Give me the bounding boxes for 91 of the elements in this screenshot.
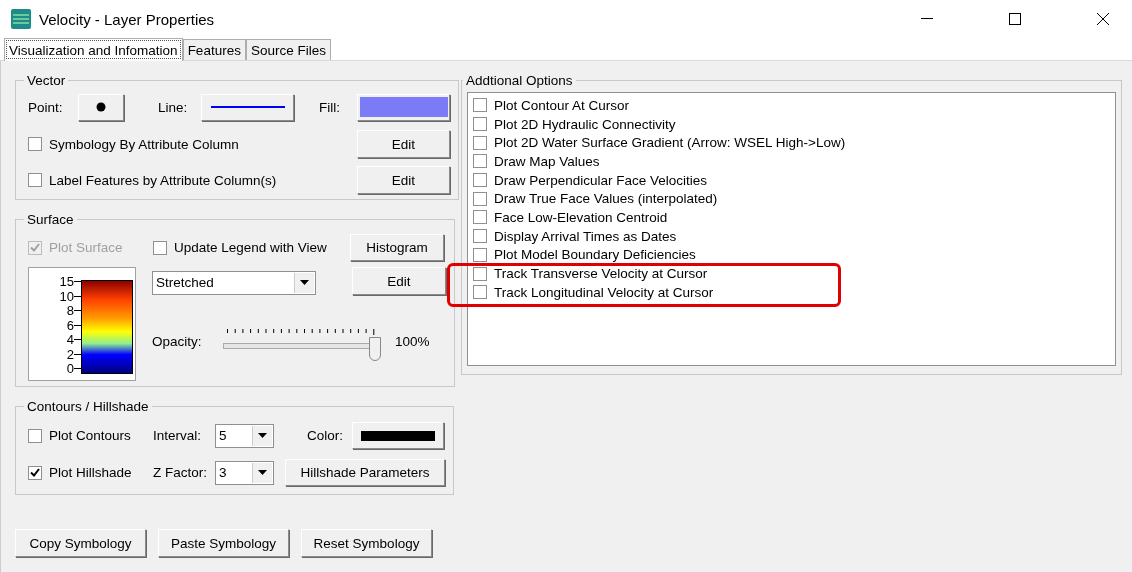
checkbox-box[interactable] — [473, 285, 487, 300]
tab[interactable]: Visualization and Infomation — [4, 38, 183, 61]
legend-value: 10 — [59, 290, 74, 302]
legend-value: 6 — [66, 319, 74, 331]
dropdown-value: Stretched — [156, 275, 214, 290]
checkbox-box[interactable] — [28, 428, 42, 443]
dot-icon — [96, 102, 106, 112]
dropdown-value: 3 — [219, 465, 227, 480]
caret-icon — [258, 433, 267, 438]
field-label: Opacity: — [152, 333, 203, 349]
checkbox[interactable]: Plot Contours — [28, 428, 153, 443]
tab[interactable]: Features — [182, 39, 246, 60]
tick-mark — [74, 310, 81, 311]
tick-mark — [74, 368, 81, 369]
maximize-icon — [1009, 13, 1021, 25]
symbology-button[interactable]: Copy Symbology — [15, 529, 146, 557]
checkbox[interactable]: Update Legend with View — [153, 240, 350, 255]
app-icon — [11, 9, 31, 29]
tab[interactable]: Source Files — [245, 39, 331, 60]
checkbox-label: Draw Map Values — [494, 153, 600, 169]
color-swatch-icon — [361, 430, 435, 441]
dropdown-button[interactable] — [294, 272, 314, 293]
hillshade-parameters-button[interactable]: Hillshade Parameters — [285, 459, 445, 486]
group-title: Vector — [26, 73, 67, 88]
symbology-button[interactable]: Reset Symbology — [301, 529, 432, 557]
tick-mark — [74, 295, 81, 297]
field-label: Line: — [158, 99, 189, 115]
checkbox-box[interactable] — [473, 210, 487, 225]
check-icon — [30, 468, 40, 477]
edit-button[interactable]: Edit — [352, 267, 446, 295]
fill-swatch-icon — [359, 97, 448, 117]
field-label: Color: — [307, 428, 344, 443]
checkbox-box[interactable] — [473, 247, 487, 262]
legend-value: 4 — [66, 334, 74, 345]
opacity-slider[interactable] — [223, 337, 381, 361]
legend-value: 8 — [66, 305, 74, 316]
fill-symbol-button[interactable] — [357, 93, 450, 121]
tick-mark — [74, 324, 81, 326]
interval-dropdown[interactable]: 5 — [215, 423, 274, 448]
minimize-icon — [921, 18, 933, 20]
checkbox-box[interactable] — [473, 154, 487, 169]
group-title: Addtional Options — [465, 73, 574, 88]
dropdown-button[interactable] — [252, 462, 272, 483]
line-icon — [210, 105, 285, 109]
group-title: Contours / Hillshade — [26, 399, 150, 414]
checkbox-box[interactable] — [473, 173, 487, 188]
legend-value: 15 — [59, 276, 74, 287]
checkbox-label: Update Legend with View — [174, 240, 327, 255]
tick-mark — [74, 353, 81, 355]
checkbox-box[interactable] — [473, 117, 487, 132]
z-factor-dropdown[interactable]: 3 — [215, 460, 274, 485]
checkbox-label: Plot Surface — [49, 240, 123, 255]
field-label: Z Factor: — [153, 465, 208, 480]
tick-mark — [74, 339, 81, 340]
check-icon — [30, 243, 40, 252]
checkbox-box[interactable] — [153, 240, 167, 255]
field-label: Fill: — [319, 99, 341, 115]
symbology-button[interactable]: Paste Symbology — [158, 529, 289, 557]
caret-icon — [258, 470, 267, 475]
legend-value: 0 — [66, 363, 74, 374]
slider-thumb[interactable] — [369, 337, 381, 361]
dropdown-button[interactable] — [252, 425, 272, 446]
checkbox-box[interactable] — [473, 191, 487, 206]
checkbox-label: Plot Contours — [49, 428, 131, 443]
field-label: Interval: — [153, 428, 203, 443]
stretch-dropdown[interactable]: Stretched — [152, 270, 316, 295]
histogram-button[interactable]: Histogram — [350, 234, 444, 261]
checkbox-box[interactable] — [473, 229, 487, 244]
edit-button[interactable]: Edit — [357, 130, 450, 158]
line-symbol-button[interactable] — [201, 93, 294, 121]
checkbox-box[interactable] — [473, 135, 487, 150]
opacity-value: 100% — [395, 333, 430, 349]
checkbox-box[interactable] — [28, 465, 42, 480]
close-icon — [1097, 13, 1109, 25]
dropdown-value: 5 — [219, 428, 227, 443]
checkbox-box[interactable] — [473, 266, 487, 281]
point-symbol-button[interactable] — [78, 93, 124, 121]
checkbox[interactable]: Plot Hillshade — [28, 465, 153, 480]
window-title: Velocity - Layer Properties — [39, 10, 216, 28]
group-title: Surface — [26, 212, 75, 227]
checkbox-label: Plot Hillshade — [49, 465, 132, 480]
contour-color-button[interactable] — [352, 422, 444, 449]
checkbox-box[interactable] — [28, 137, 42, 151]
checkbox[interactable]: Draw Map Values — [473, 153, 600, 169]
tick-mark — [74, 281, 81, 282]
edit-button[interactable]: Edit — [357, 166, 450, 194]
legend-value: 2 — [66, 348, 74, 360]
caret-icon — [300, 280, 309, 285]
checkbox-box[interactable] — [28, 173, 42, 187]
checkbox-box[interactable] — [473, 98, 487, 113]
field-label: Point: — [28, 99, 64, 115]
